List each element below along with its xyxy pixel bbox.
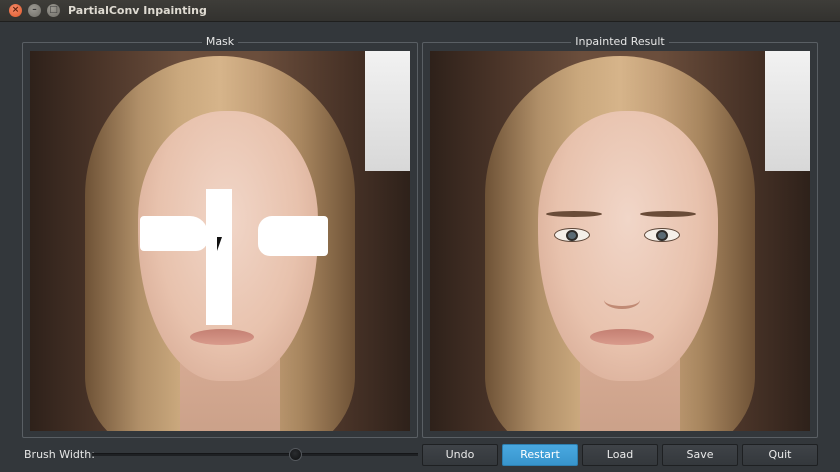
- mask-stroke-left: [140, 216, 208, 251]
- nose: [604, 291, 640, 309]
- lips: [590, 329, 654, 345]
- undo-button[interactable]: Undo: [422, 444, 498, 466]
- background-window: [765, 51, 810, 171]
- result-canvas: [430, 51, 810, 431]
- lips: [190, 329, 254, 345]
- pointer-cursor-icon: [217, 237, 222, 251]
- save-button[interactable]: Save: [662, 444, 738, 466]
- mask-panel: Mask: [22, 35, 418, 438]
- brush-width-slider-handle[interactable]: [289, 448, 302, 461]
- quit-button[interactable]: Quit: [742, 444, 818, 466]
- result-panel-label: Inpainted Result: [571, 35, 669, 48]
- left-eyebrow: [546, 211, 602, 217]
- load-button[interactable]: Load: [582, 444, 658, 466]
- mask-stroke-vertical: [206, 189, 232, 325]
- right-eye: [644, 228, 680, 242]
- result-panel: Inpainted Result: [422, 35, 818, 438]
- window-title: PartialConv Inpainting: [68, 4, 207, 17]
- close-icon[interactable]: ×: [9, 4, 22, 17]
- brush-width-label: Brush Width:: [24, 448, 95, 461]
- title-bar: × – □ PartialConv Inpainting: [0, 0, 840, 22]
- maximize-icon[interactable]: □: [47, 4, 60, 17]
- mask-stroke-right: [258, 216, 328, 256]
- restart-button[interactable]: Restart: [502, 444, 578, 466]
- brush-width-slider-track[interactable]: [92, 453, 418, 456]
- mask-panel-label: Mask: [201, 35, 239, 48]
- app-window: × – □ PartialConv Inpainting Mask Inpain…: [0, 0, 840, 472]
- background-window: [365, 51, 410, 171]
- mask-canvas[interactable]: [30, 51, 410, 431]
- right-eyebrow: [640, 211, 696, 217]
- minimize-icon[interactable]: –: [28, 4, 41, 17]
- left-eye: [554, 228, 590, 242]
